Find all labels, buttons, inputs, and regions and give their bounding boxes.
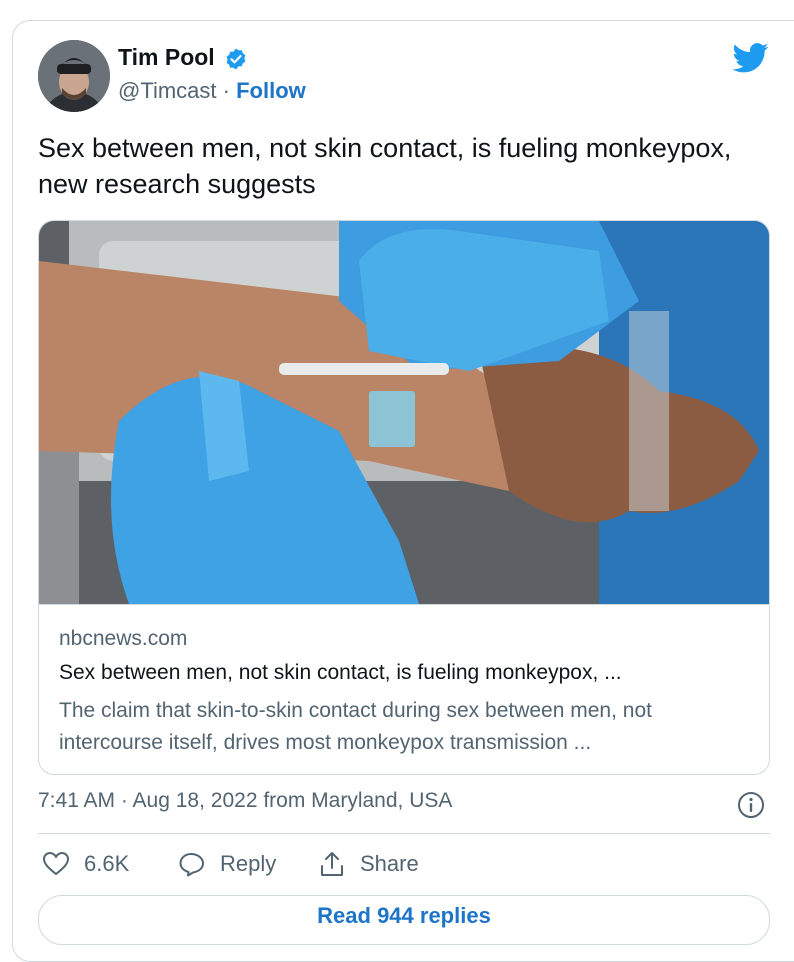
like-count: 6.6K xyxy=(84,851,130,876)
reply-button[interactable]: Reply xyxy=(178,848,276,880)
heart-icon xyxy=(42,851,70,876)
link-preview-card[interactable]: nbcnews.com Sex between men, not skin co… xyxy=(38,220,770,775)
verified-badge-icon xyxy=(226,48,246,70)
author-name[interactable]: Tim Pool xyxy=(118,44,215,71)
twitter-bird-icon[interactable] xyxy=(733,42,769,74)
tweet-timestamp[interactable]: 7:41 AM · Aug 18, 2022 from Maryland, US… xyxy=(38,789,452,813)
info-icon[interactable] xyxy=(737,791,765,819)
share-icon xyxy=(321,852,343,876)
read-replies-button[interactable]: Read 944 replies xyxy=(38,895,770,945)
link-domain: nbcnews.com xyxy=(59,627,188,650)
avatar[interactable] xyxy=(38,40,110,112)
separator-dot: · xyxy=(222,78,230,103)
reply-bubble-icon xyxy=(179,853,204,877)
article-image xyxy=(39,221,769,605)
link-title: Sex between men, not skin contact, is fu… xyxy=(59,661,622,684)
link-description: The claim that skin-to-skin contact duri… xyxy=(59,699,652,754)
share-button[interactable]: Share xyxy=(318,848,419,880)
author-handle[interactable]: @Timcast xyxy=(118,78,217,103)
avatar-image xyxy=(38,40,110,112)
follow-button[interactable]: Follow xyxy=(236,78,306,103)
handle-row: @Timcast · Follow xyxy=(118,78,306,104)
share-label: Share xyxy=(360,851,419,876)
reply-label: Reply xyxy=(220,851,277,876)
tweet-text: Sex between men, not skin contact, is fu… xyxy=(38,133,732,199)
divider xyxy=(38,833,770,834)
like-button[interactable]: 6.6K xyxy=(42,848,129,880)
